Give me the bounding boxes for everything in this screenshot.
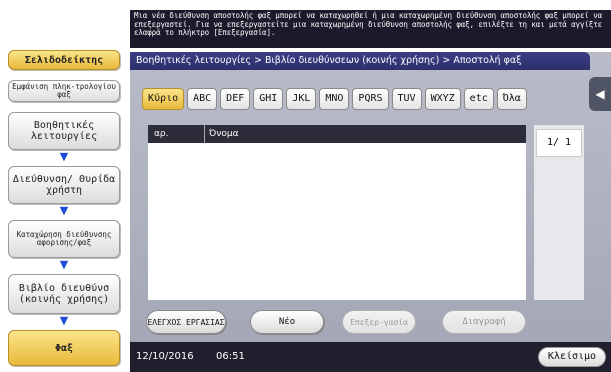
edit-button[interactable]: Επεξερ-γασία [342,310,416,334]
index-tabs: Κύριο ABC DEF GHI JKL MNO PQRS TUV WXYZ … [142,88,527,110]
tab-wxyz[interactable]: WXYZ [424,88,461,110]
column-header-name: Όνομα [204,125,239,143]
tab-abc[interactable]: ABC [187,88,218,110]
status-bar: 12/10/2016 06:51 Κλείσιμο [130,342,611,372]
sidebar-step-address-book[interactable]: Βιβλίο διευθύνσ (κοινής χρήσης) [8,274,120,314]
sidebar-step-address-box[interactable]: Διεύθυνση/ Θυρίδα χρήστη [8,166,120,204]
pager: 1/ 1 [534,125,584,300]
arrow-down-icon: ▼ [59,314,69,327]
page-current: 1/ [546,137,559,148]
arrow-down-icon: ▼ [59,204,69,217]
status-time: 06:51 [216,351,245,362]
tab-main[interactable]: Κύριο [142,88,185,110]
page-total: 1 [565,137,572,148]
main-panel: Βοηθητικές λειτουργίες > Βιβλίο διευθύνσ… [130,52,611,342]
left-sidebar: Σελιδοδείκτης Εμφάνιση πληκ-τρολογίου φα… [0,0,130,372]
list-header: αρ. Όνομα [148,125,526,143]
fax-keypad-display-button[interactable]: Εμφάνιση πληκ-τρολογίου φαξ [8,80,120,102]
tab-mno[interactable]: MNO [319,88,350,110]
delete-button[interactable]: Διαγραφή [442,310,526,334]
tab-def[interactable]: DEF [220,88,251,110]
instruction-message: Μια νέα διεύθυνση αποστολής φαξ μπορεί ν… [134,11,607,37]
page-indicator: 1/ 1 [536,129,582,157]
tab-tuv[interactable]: TUV [391,88,422,110]
tab-all[interactable]: Όλα [496,88,527,110]
tab-jkl[interactable]: JKL [286,88,317,110]
arrow-down-icon: ▼ [59,258,69,271]
bookmark-button[interactable]: Σελιδοδείκτης [8,50,120,70]
address-list: αρ. Όνομα [148,125,526,300]
tab-ghi[interactable]: GHI [253,88,284,110]
sidebar-step-utility[interactable]: Βοηθητικές λειτουργίες [8,112,120,150]
sidebar-step-fax[interactable]: Φαξ [8,330,120,366]
tab-etc[interactable]: etc [463,88,494,110]
tab-pqrs[interactable]: PQRS [352,88,389,110]
status-date: 12/10/2016 [136,351,194,362]
close-button[interactable]: Κλείσιμο [538,347,606,367]
breadcrumb: Βοηθητικές λειτουργίες > Βιβλίο διευθύνσ… [130,52,590,70]
collapse-panel-icon[interactable]: ◀ [589,77,611,111]
column-header-number: αρ. [154,129,169,139]
new-button[interactable]: Νέο [250,310,324,334]
arrow-down-icon: ▼ [59,150,69,163]
message-bar: Μια νέα διεύθυνση αποστολής φαξ μπορεί ν… [130,10,611,48]
check-job-button[interactable]: ΕΛΕΓΧΟΣ ΕΡΓΑΣΙΑΣ [146,310,226,334]
sidebar-step-registration[interactable]: Καταχώρηση διεύθυνσης αφορισης/φαξ [8,220,120,258]
